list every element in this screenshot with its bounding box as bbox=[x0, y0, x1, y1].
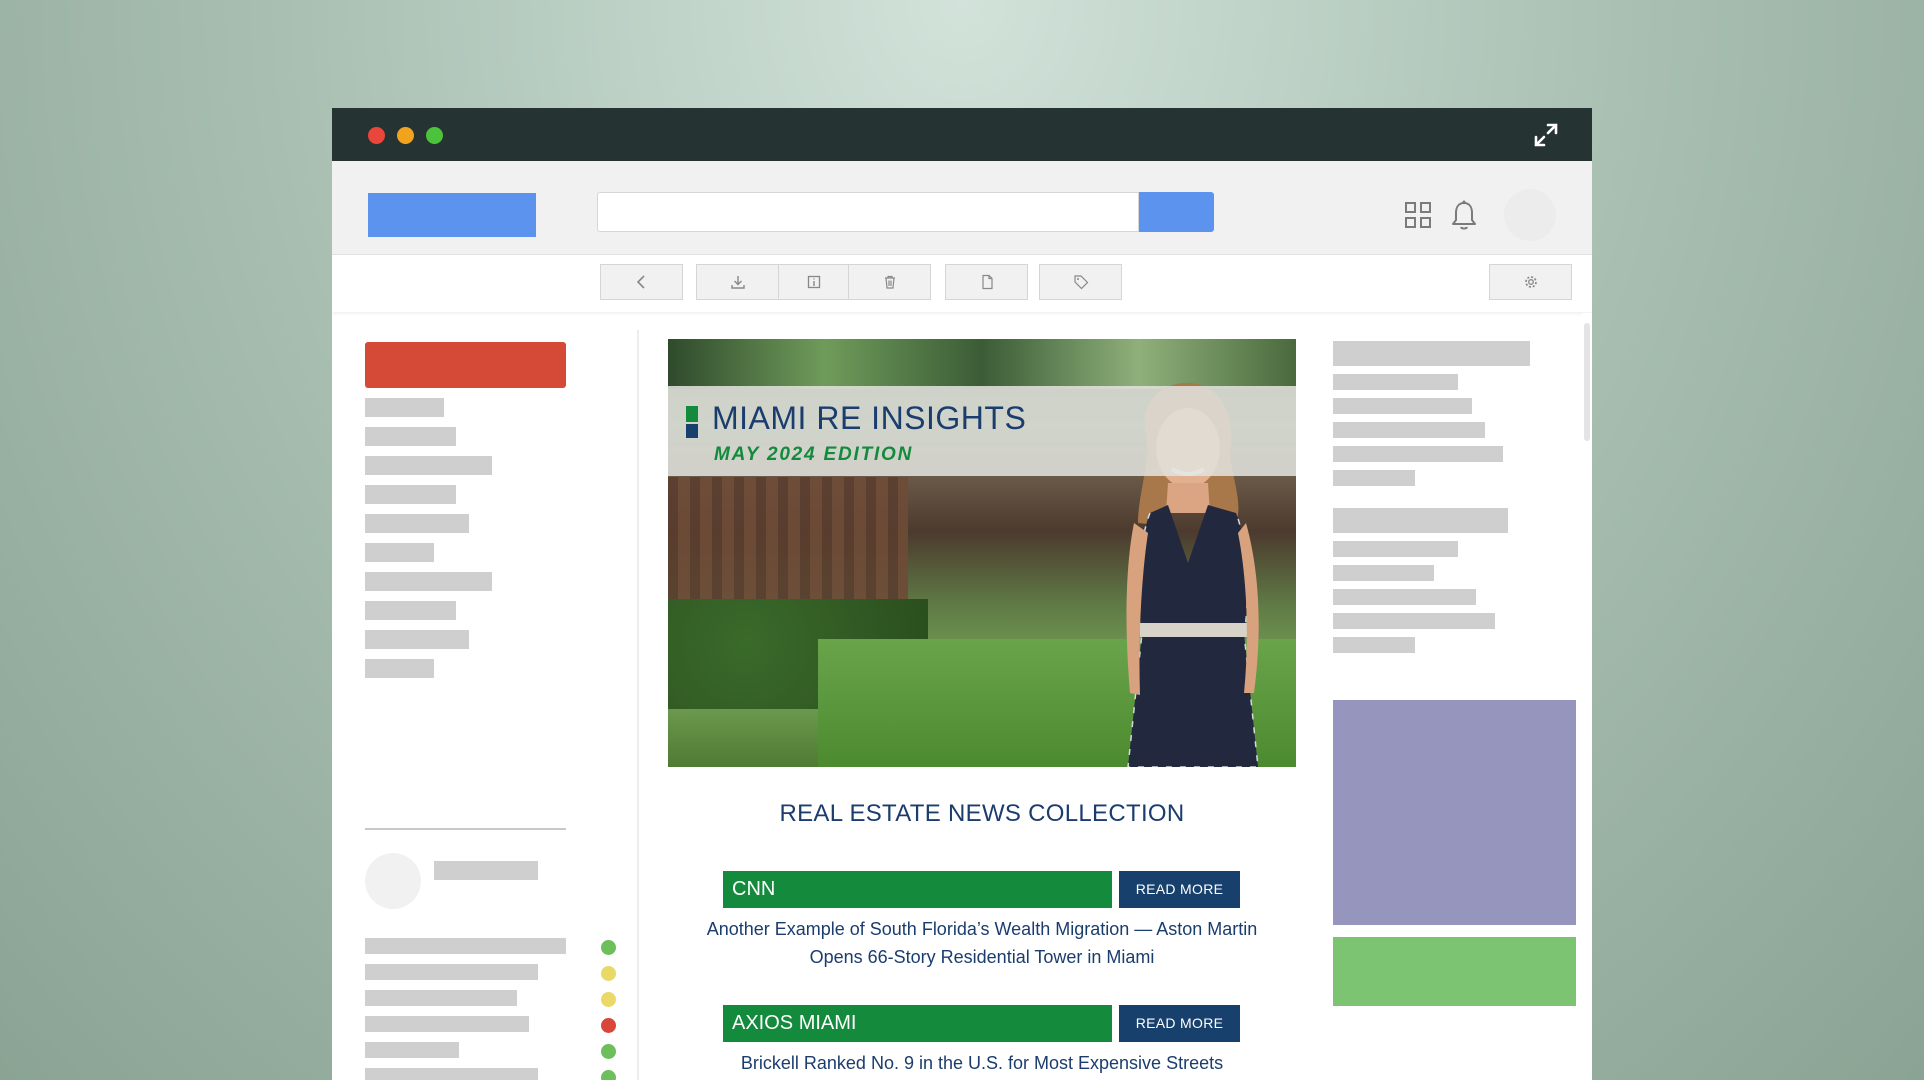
title-bar bbox=[332, 108, 1592, 161]
right-line-placeholder bbox=[1333, 541, 1458, 557]
maximize-window-button[interactable] bbox=[426, 127, 443, 144]
status-row-placeholder[interactable] bbox=[365, 1068, 538, 1080]
search-button[interactable] bbox=[1139, 192, 1214, 232]
action-bar bbox=[332, 255, 1592, 312]
app-logo-placeholder[interactable] bbox=[368, 193, 536, 237]
document-button[interactable] bbox=[945, 264, 1028, 300]
right-line-placeholder bbox=[1333, 398, 1472, 414]
brand-mark-icon bbox=[686, 406, 698, 438]
sidebar-item-placeholder[interactable] bbox=[365, 485, 456, 504]
read-more-button[interactable]: READ MORE bbox=[1119, 1005, 1240, 1042]
expand-arrows-icon[interactable] bbox=[1532, 121, 1560, 149]
right-line-placeholder bbox=[1333, 589, 1476, 605]
status-row-placeholder[interactable] bbox=[365, 1042, 459, 1058]
settings-gear-icon bbox=[1524, 276, 1537, 288]
compose-button[interactable] bbox=[365, 342, 566, 388]
document-icon bbox=[981, 274, 993, 290]
apps-grid-icon[interactable] bbox=[1404, 201, 1432, 229]
news-headline[interactable]: Brickell Ranked No. 9 in the U.S. for Mo… bbox=[698, 1049, 1266, 1077]
bell-icon[interactable] bbox=[1450, 199, 1478, 231]
email-body: MIAMI RE INSIGHTS MAY 2024 EDITION REAL … bbox=[668, 339, 1296, 1080]
right-line-placeholder bbox=[1333, 422, 1485, 438]
right-heading-placeholder bbox=[1333, 508, 1508, 533]
tag-button[interactable] bbox=[1039, 264, 1122, 300]
back-arrow-icon bbox=[636, 275, 645, 289]
sidebar-item-placeholder[interactable] bbox=[365, 456, 492, 475]
sidebar-item-placeholder[interactable] bbox=[365, 601, 456, 620]
status-dot bbox=[601, 966, 616, 981]
contact-name-placeholder bbox=[434, 861, 538, 880]
close-window-button[interactable] bbox=[368, 127, 385, 144]
status-dot bbox=[601, 1070, 616, 1080]
right-sidebar bbox=[1322, 318, 1592, 1080]
info-button[interactable] bbox=[778, 264, 849, 300]
sidebar-item-placeholder[interactable] bbox=[365, 572, 492, 591]
trash-icon bbox=[884, 275, 895, 289]
news-headline[interactable]: Another Example of South Florida’s Wealt… bbox=[698, 915, 1266, 971]
status-dot bbox=[601, 940, 616, 955]
status-row-placeholder[interactable] bbox=[365, 964, 538, 980]
ad-banner-green[interactable] bbox=[1333, 937, 1576, 1006]
scrollbar[interactable] bbox=[1582, 313, 1592, 1080]
right-line-placeholder bbox=[1333, 446, 1503, 462]
ad-banner-purple[interactable] bbox=[1333, 700, 1576, 925]
back-button[interactable] bbox=[600, 264, 683, 300]
sidebar-item-placeholder[interactable] bbox=[365, 630, 469, 649]
avatar[interactable] bbox=[1504, 189, 1556, 241]
news-source-axios: AXIOS MIAMI bbox=[723, 1005, 1112, 1042]
status-row-placeholder[interactable] bbox=[365, 1016, 529, 1032]
newsletter-banner: MIAMI RE INSIGHTS MAY 2024 EDITION bbox=[668, 386, 1296, 476]
right-line-placeholder bbox=[1333, 565, 1434, 581]
archive-button[interactable] bbox=[696, 264, 779, 300]
newsletter-title: MIAMI RE INSIGHTS bbox=[712, 400, 1027, 436]
sidebar-item-placeholder[interactable] bbox=[365, 514, 469, 533]
status-row-placeholder[interactable] bbox=[365, 938, 566, 954]
sidebar-item-placeholder[interactable] bbox=[365, 427, 456, 446]
scrollbar-thumb[interactable] bbox=[1584, 323, 1590, 441]
top-toolbar bbox=[332, 161, 1592, 255]
status-row-placeholder[interactable] bbox=[365, 990, 517, 1006]
sidebar-item-placeholder[interactable] bbox=[365, 398, 444, 417]
sidebar-item-placeholder[interactable] bbox=[365, 659, 434, 678]
sidebar-item-placeholder[interactable] bbox=[365, 543, 434, 562]
news-source-cnn: CNN bbox=[723, 871, 1112, 908]
right-line-placeholder bbox=[1333, 613, 1495, 629]
info-icon bbox=[807, 275, 820, 289]
status-dot bbox=[601, 992, 616, 1007]
section-title: REAL ESTATE NEWS COLLECTION bbox=[779, 800, 1185, 827]
settings-button[interactable] bbox=[1489, 264, 1572, 300]
read-more-button[interactable]: READ MORE bbox=[1119, 871, 1240, 908]
delete-button[interactable] bbox=[848, 264, 931, 300]
column-divider bbox=[637, 330, 639, 1080]
status-dot bbox=[601, 1018, 616, 1033]
minimize-window-button[interactable] bbox=[397, 127, 414, 144]
search-input[interactable] bbox=[597, 192, 1139, 232]
hero-image: MIAMI RE INSIGHTS MAY 2024 EDITION bbox=[668, 339, 1296, 767]
right-line-placeholder bbox=[1333, 374, 1458, 390]
left-sidebar bbox=[332, 318, 637, 1080]
tag-icon bbox=[1073, 275, 1088, 290]
contact-avatar[interactable] bbox=[365, 853, 421, 909]
archive-icon bbox=[730, 276, 745, 289]
browser-window: MIAMI RE INSIGHTS MAY 2024 EDITION REAL … bbox=[332, 108, 1592, 1080]
right-heading-placeholder bbox=[1333, 341, 1530, 366]
sidebar-divider bbox=[365, 828, 566, 830]
newsletter-edition: MAY 2024 EDITION bbox=[714, 444, 914, 465]
status-dot bbox=[601, 1044, 616, 1059]
right-line-placeholder bbox=[1333, 470, 1415, 486]
right-line-placeholder bbox=[1333, 637, 1415, 653]
